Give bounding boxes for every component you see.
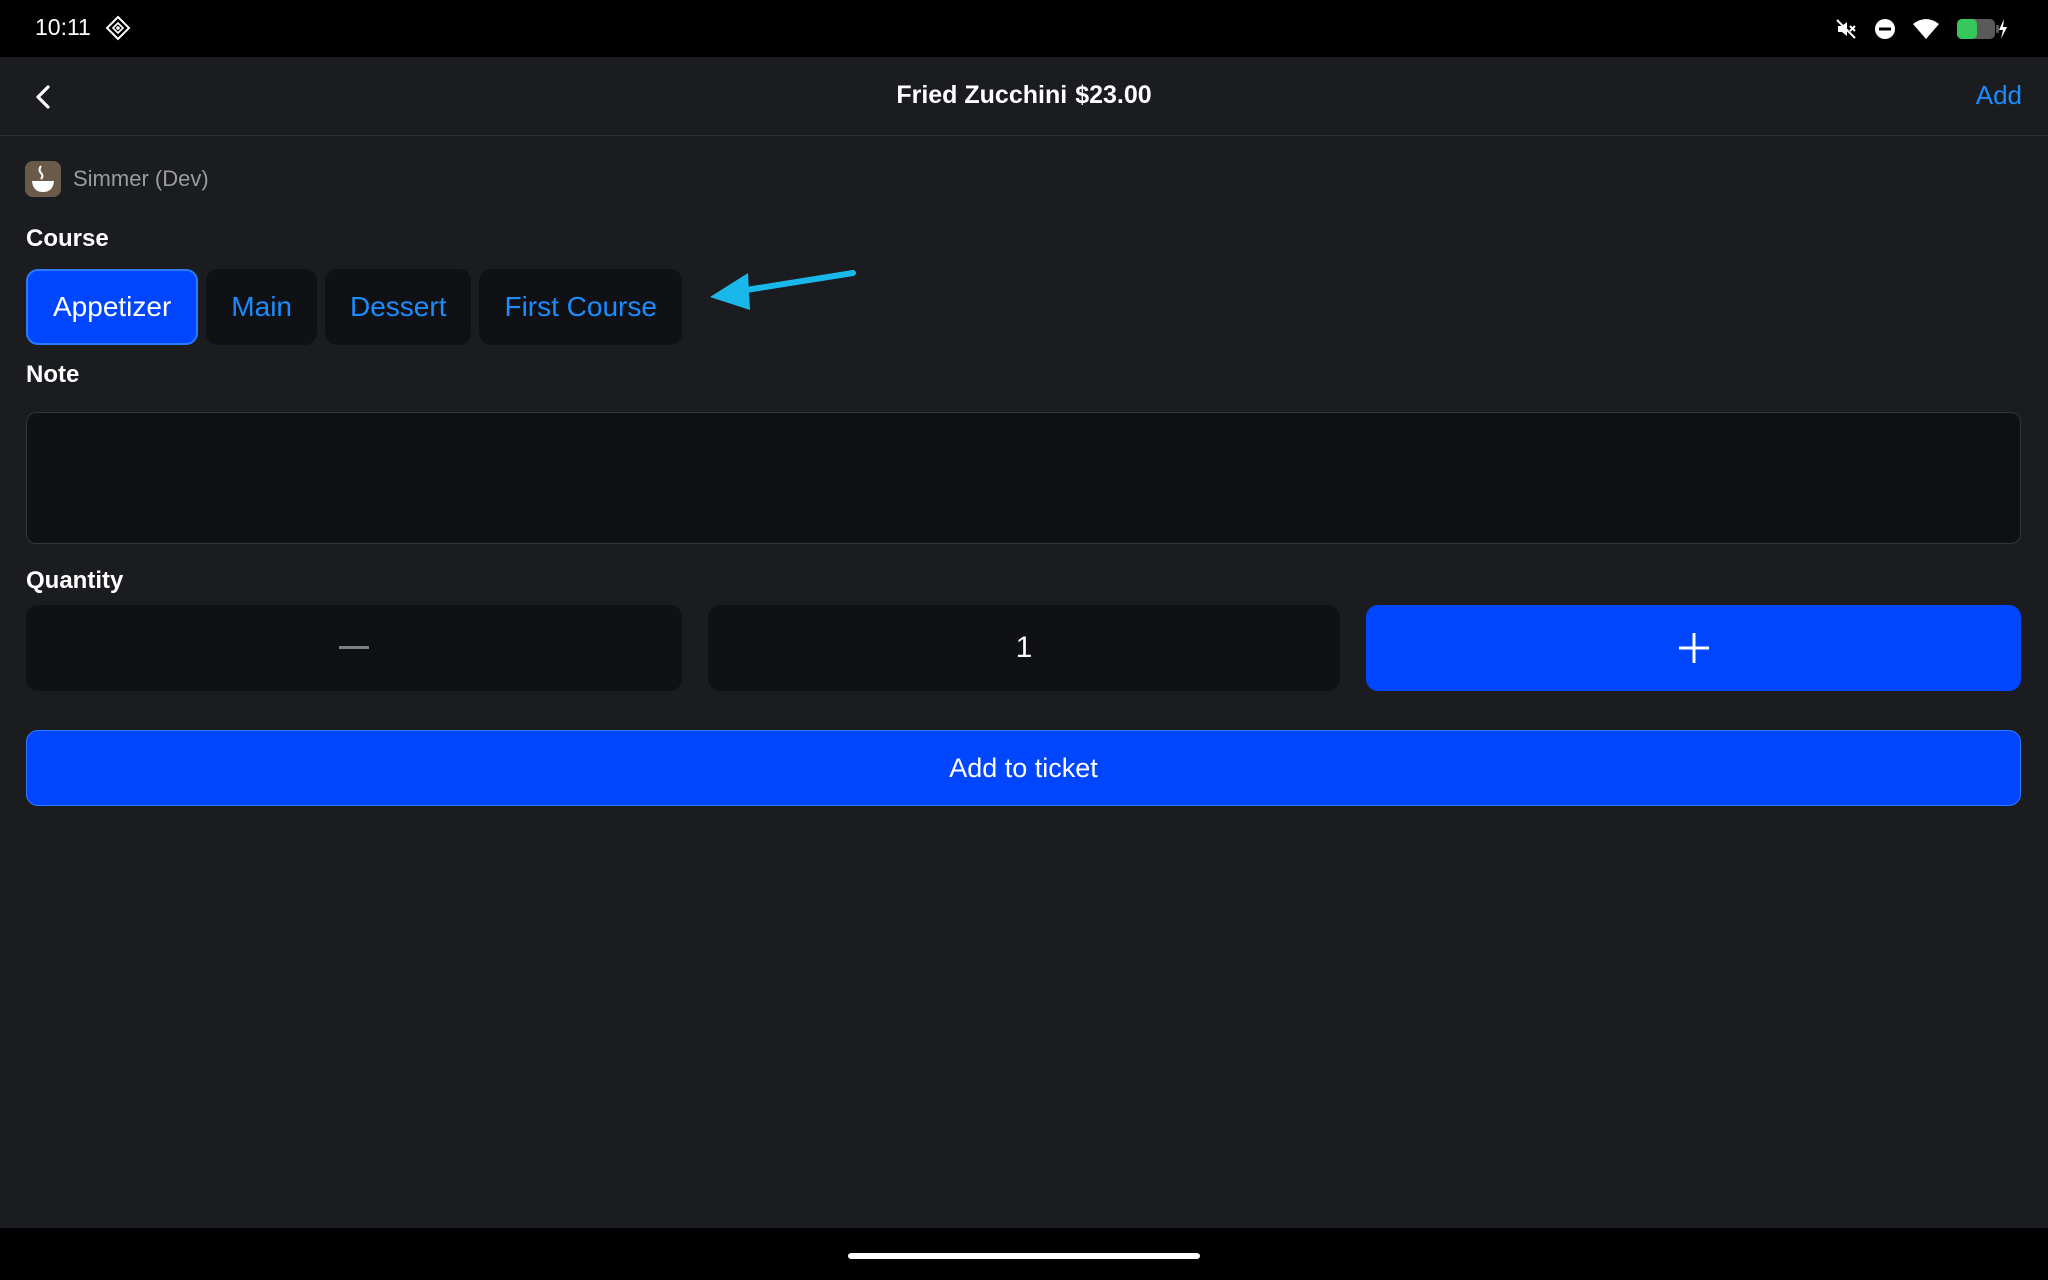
course-options: Appetizer Main Dessert First Course [26, 269, 682, 345]
home-indicator[interactable] [848, 1253, 1200, 1259]
app-name: Simmer (Dev) [73, 166, 209, 191]
course-option-dessert[interactable]: Dessert [325, 269, 472, 345]
item-price: $23.00 [1075, 81, 1152, 109]
course-label: Course [26, 225, 109, 252]
status-bar: 10:11 [0, 0, 2048, 57]
note-input[interactable] [26, 412, 2021, 544]
status-time: 10:11 [35, 14, 91, 40]
course-option-main[interactable]: Main [206, 269, 317, 345]
do-not-disturb-icon [1874, 18, 1896, 40]
app-avatar-icon [25, 161, 61, 197]
quantity-value: 1 [708, 605, 1340, 691]
plus-icon [1678, 633, 1709, 663]
wifi-icon [1912, 18, 1940, 40]
nav-bar: Fried Zucchini $23.00 Add [0, 57, 2048, 136]
minus-icon [339, 646, 369, 649]
add-to-ticket-button[interactable]: Add to ticket [26, 730, 2021, 806]
quantity-stepper: 1 [26, 605, 2021, 691]
gesture-bar [0, 1228, 2048, 1280]
mute-icon [1834, 17, 1858, 41]
app-diamond-icon [105, 15, 131, 41]
note-label: Note [26, 361, 80, 388]
add-button[interactable]: Add [1976, 80, 2022, 111]
decrement-button[interactable] [26, 605, 682, 691]
course-option-first-course[interactable]: First Course [479, 269, 682, 345]
app-identity: Simmer (Dev) [25, 161, 209, 197]
quantity-label: Quantity [26, 567, 124, 594]
page-title: Fried Zucchini $23.00 [0, 81, 2048, 110]
course-option-appetizer[interactable]: Appetizer [26, 269, 199, 345]
increment-button[interactable] [1366, 605, 2021, 691]
status-icons [1834, 14, 2008, 44]
battery-charging-icon [1956, 17, 2008, 41]
annotation-arrow-icon [710, 270, 856, 310]
item-name: Fried Zucchini [896, 81, 1068, 109]
